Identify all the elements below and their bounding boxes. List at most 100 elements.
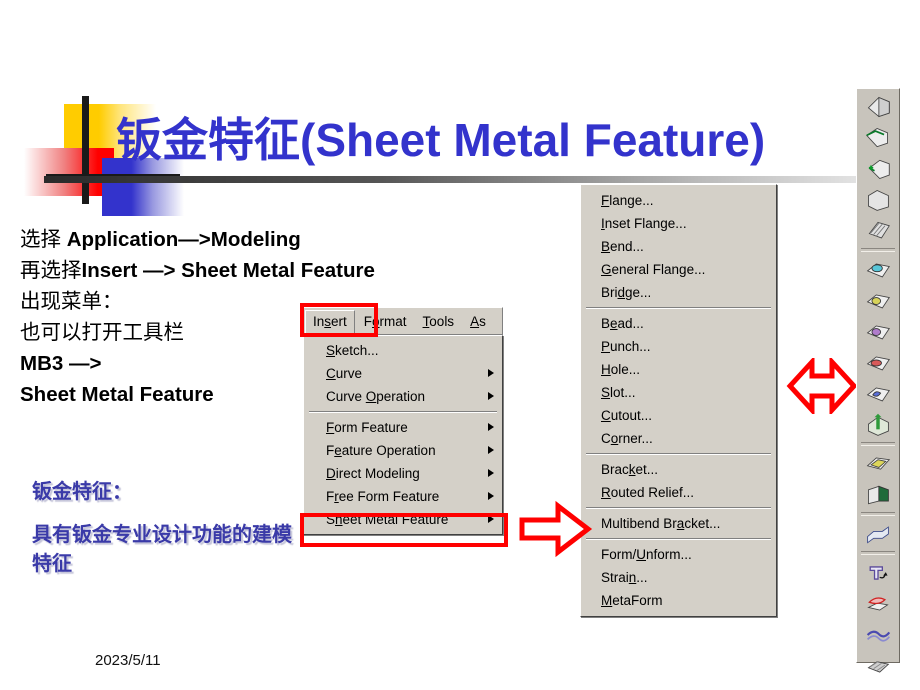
submenu-chevron-icon [488,469,494,477]
double-arrow-annotation [786,358,858,414]
sheet-metal-menu-separator [586,538,771,540]
sheet-metal-menu-separator [586,507,771,509]
form-unform-icon [869,566,888,580]
sheet-metal-menu-item-punch[interactable]: Punch... [581,335,776,358]
toolbar-hole-tool[interactable] [858,316,898,347]
sheet-metal-menu-item-metaform[interactable]: MetaForm [581,589,776,612]
sheet-metal-menu-item-corner[interactable]: Corner... [581,427,776,450]
body-line-1-cn: 选择 [20,228,67,251]
body-line-5: MB3 —> [20,352,102,375]
toolbar-separator [861,442,895,446]
sheet-metal-menu-item-hole[interactable]: Hole... [581,358,776,381]
toolbar-bend-tool[interactable] [858,153,898,184]
toolbar-corner-tool[interactable] [858,409,898,440]
body-line-6: Sheet Metal Feature [20,383,214,406]
sheet-metal-menu-separator [586,453,771,455]
toolbar-bridge-tool[interactable] [858,215,898,246]
toolbar-separator [861,551,895,555]
callout-heading: 钣金特征： [32,481,132,503]
insert-highlight-box [300,303,378,337]
menubar-item-tools[interactable]: Tools [416,311,462,333]
toolbar-separator [861,512,895,516]
insert-menu-item-curve[interactable]: Curve [304,362,502,385]
submenu-chevron-icon [488,423,494,431]
sheet-metal-menu-item-general-flange[interactable]: General Flange... [581,258,776,281]
flat-pattern-icon [867,661,890,673]
insert-menu-item-form-feature[interactable]: Form Feature [304,416,502,439]
insert-menu-separator [309,411,497,413]
sheet-metal-menu-item-slot[interactable]: Slot... [581,381,776,404]
sheet-metal-menu-item-bracket[interactable]: Bracket... [581,458,776,481]
submenu-chevron-icon [488,369,494,377]
title-underline-rule [44,176,880,183]
bridge-icon [868,221,890,239]
submenu-chevron-icon [488,446,494,454]
body-line-4-cn: 也可以打开工具栏 [20,321,184,344]
sheet-metal-menu-item-strain[interactable]: Strain... [581,566,776,589]
toolbar-metaform-tool[interactable] [858,619,898,650]
metaform-icon [866,630,891,642]
toolbar-flange-tool[interactable] [858,91,898,122]
body-line-2-cn: 再选择 [20,259,82,282]
toolbar-multibend-bracket-tool[interactable] [858,518,898,549]
insert-menu-item-sketch[interactable]: Sketch... [304,339,502,362]
toolbar-slot-tool[interactable] [858,347,898,378]
toolbar-strain-tool[interactable] [858,588,898,619]
toolbar-separator [861,248,895,252]
sheet-metal-menu-separator [586,307,771,309]
sheet-metal-menu-item-routed-relief[interactable]: Routed Relief... [581,481,776,504]
sheet-metal-menu-item-multibend-bracket[interactable]: Multibend Bracket... [581,512,776,535]
menubar-item-as[interactable]: As [463,311,493,333]
sheet-metal-submenu-panel[interactable]: Flange... Inset Flange... Bend... General F… [580,184,777,617]
punch-icon [866,294,890,309]
date-stamp: 2023/5/11 [95,652,161,669]
submenu-chevron-icon [488,392,494,400]
slot-icon [866,356,890,371]
body-line-1: 选择 Application—>Modeling [20,224,350,255]
logo-vertical-bar [82,96,89,204]
hole-icon [866,325,890,340]
routed-relief-icon [868,485,889,505]
toolbar-form-unform-tool[interactable] [858,557,898,588]
multibend-bracket-icon [867,526,889,544]
callout-text: 具有钣金专业设计功能的建模特征 [32,524,292,575]
general-flange-icon [868,189,889,211]
toolbar-bracket-tool[interactable] [858,448,898,479]
body-line-1-en: Application—>Modeling [66,228,301,251]
toolbar-general-flange-tool[interactable] [858,184,898,215]
sheet-metal-menu-item-inset-flange[interactable]: Inset Flange... [581,212,776,235]
insert-menu-panel[interactable]: Sketch... Curve Curve Operation Form Featur… [303,335,503,535]
submenu-chevron-icon [488,492,494,500]
sheet-metal-menu-item-cutout[interactable]: Cutout... [581,404,776,427]
toolbar-cutout-tool[interactable] [858,378,898,409]
sheet-metal-item-highlight-box [300,513,508,547]
insert-menu-item-direct-modeling[interactable]: Direct Modeling [304,462,502,485]
sheet-metal-menu-item-bridge[interactable]: Bridge... [581,281,776,304]
insert-menu-item-free-form-feature[interactable]: Free Form Feature [304,485,502,508]
insert-menu-item-curve-operation[interactable]: Curve Operation [304,385,502,408]
insert-menu-item-feature-operation[interactable]: Feature Operation [304,439,502,462]
bead-icon [866,263,890,278]
corner-icon [868,413,889,436]
sheet-metal-menu-item-bead[interactable]: Bead... [581,312,776,335]
cutout-icon [866,387,890,402]
toolbar-bead-tool[interactable] [858,254,898,285]
sheet-metal-menu-item-bend[interactable]: Bend... [581,235,776,258]
body-line-3-cn: 出现菜单： [20,290,123,313]
toolbar-routed-relief-tool[interactable] [858,479,898,510]
logo-red-square [24,148,114,196]
sheet-metal-toolbar[interactable] [856,88,900,673]
body-line-2: 再选择Insert —> Sheet Metal Feature [20,255,375,286]
sheet-metal-menu-item-form-unform[interactable]: Form/Unform... [581,543,776,566]
toolbar-inset-flange-tool[interactable] [858,122,898,153]
strain-icon [867,597,889,611]
insert-menu[interactable]: Insert Format Tools As Sketch... Curve Curve … [303,307,503,535]
toolbar-flat-pattern-tool[interactable] [858,650,898,681]
page-title: 钣金特征(Sheet Metal Feature) [116,114,766,166]
bracket-icon [866,457,891,470]
inset-flange-icon [866,127,888,148]
toolbar-punch-tool[interactable] [858,285,898,316]
right-arrow-annotation [519,500,593,558]
sheet-metal-menu-item-flange[interactable]: Flange... [581,189,776,212]
slide-canvas: 钣金特征(Sheet Metal Feature) 选择 Application… [0,0,920,690]
